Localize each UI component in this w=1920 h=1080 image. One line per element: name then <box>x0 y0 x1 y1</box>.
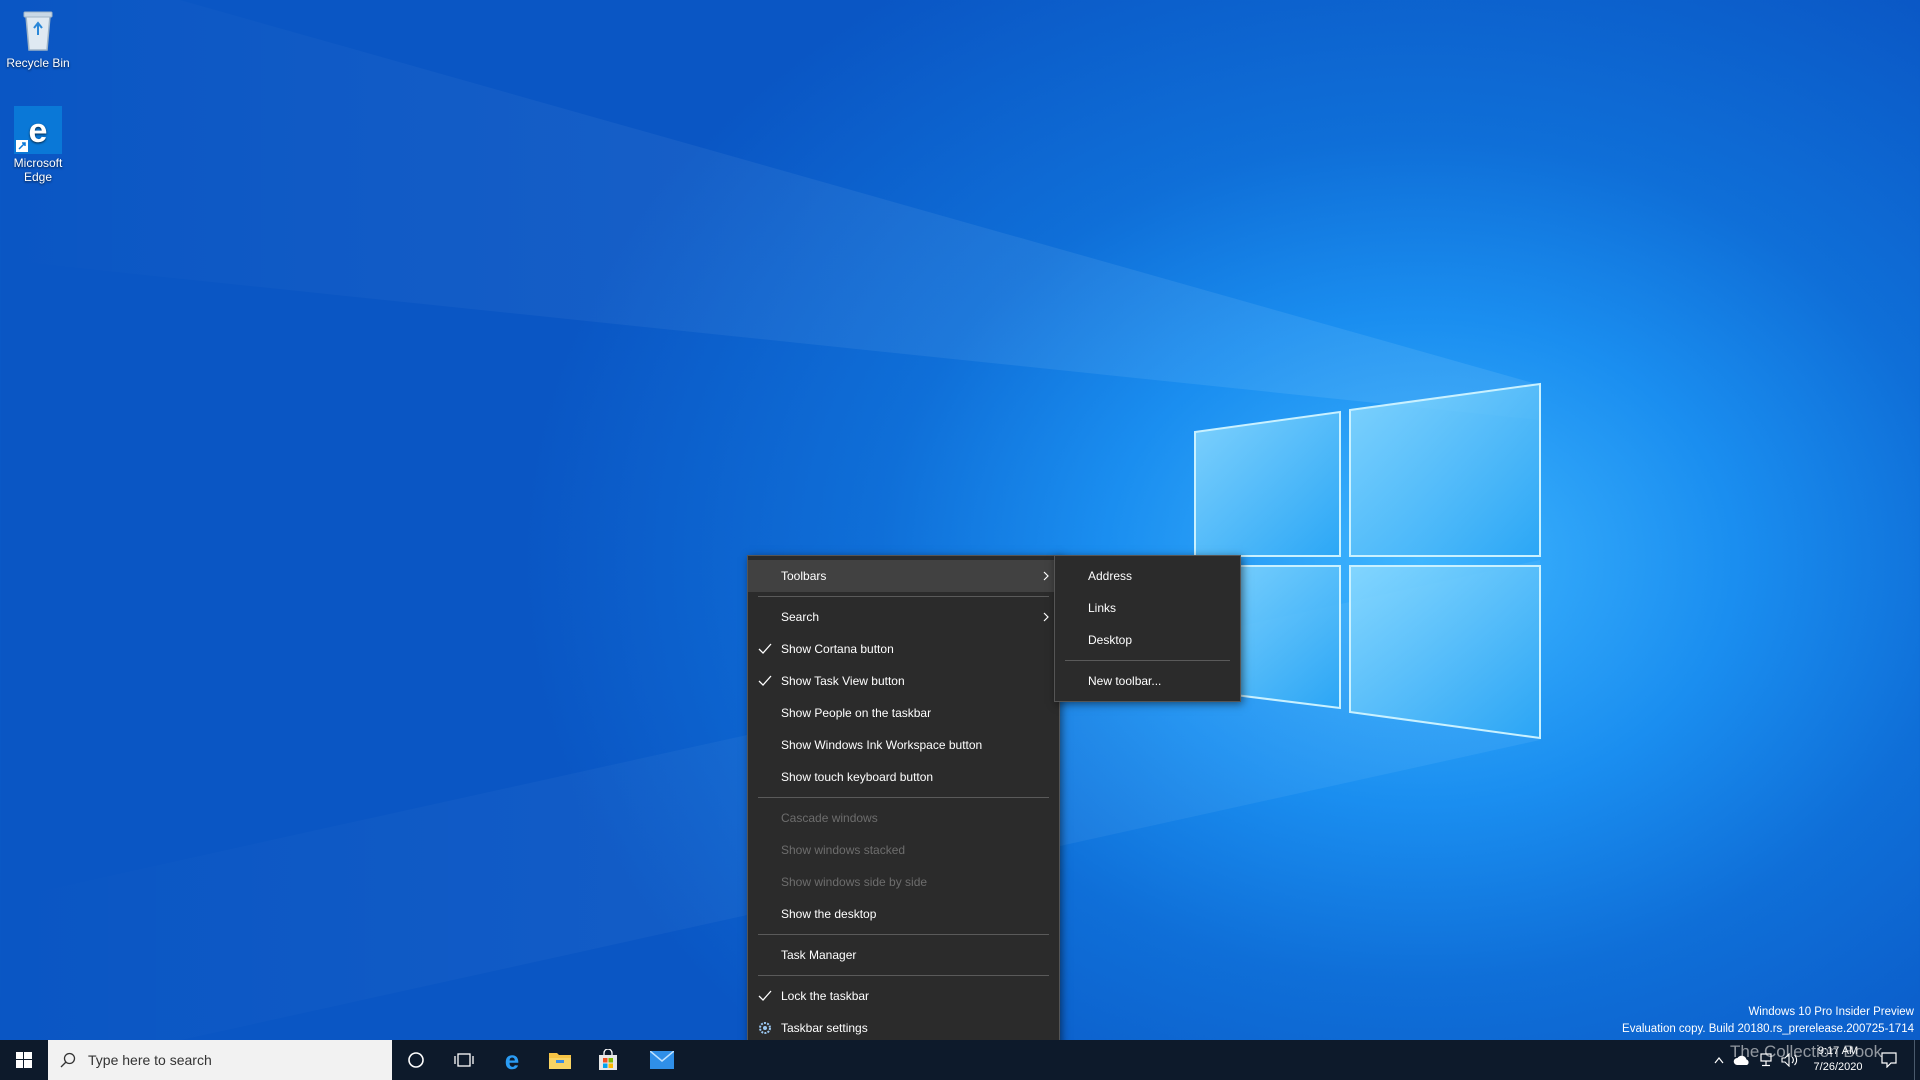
menu-item-label: Show windows side by side <box>781 875 928 889</box>
show-desktop-strip[interactable] <box>1914 1040 1920 1080</box>
checkmark-icon <box>758 643 772 654</box>
search-placeholder: Type here to search <box>88 1052 212 1068</box>
menu-item-label: Links <box>1088 601 1117 615</box>
menu-separator <box>758 934 1049 935</box>
toolbars-submenu: Address Links Desktop New toolbar... <box>1054 555 1241 702</box>
menu-item-label: Search <box>781 610 820 624</box>
search-icon <box>60 1052 76 1068</box>
menu-separator <box>758 975 1049 976</box>
submenu-item-desktop[interactable]: Desktop <box>1055 624 1240 656</box>
cortana-button[interactable] <box>392 1040 440 1080</box>
menu-item-windows-side-by-side: Show windows side by side <box>748 866 1059 898</box>
menu-item-show-ink-workspace[interactable]: Show Windows Ink Workspace button <box>748 729 1059 761</box>
edge-icon: e <box>14 106 62 154</box>
show-hidden-icons-button[interactable] <box>1708 1040 1730 1080</box>
menu-item-label: Show touch keyboard button <box>781 770 934 784</box>
checkmark-icon <box>758 675 772 686</box>
menu-item-label: Show People on the taskbar <box>781 706 932 720</box>
taskbar[interactable]: Type here to search e 9:17 AM 7/26/2020 <box>0 1040 1920 1080</box>
watermark-line-1: Windows 10 Pro Insider Preview <box>1748 1006 1914 1018</box>
menu-item-windows-stacked: Show windows stacked <box>748 834 1059 866</box>
menu-item-label: Address <box>1088 569 1133 583</box>
task-view-button[interactable] <box>440 1040 488 1080</box>
recycle-bin-icon <box>14 6 62 54</box>
menu-item-cascade-windows: Cascade windows <box>748 802 1059 834</box>
svg-text:e: e <box>29 112 48 150</box>
chevron-right-icon <box>1043 571 1049 581</box>
desktop-icon-edge[interactable]: e Microsoft Edge <box>0 106 76 184</box>
menu-item-label: Lock the taskbar <box>781 989 870 1003</box>
menu-item-search[interactable]: Search <box>748 601 1059 633</box>
menu-item-show-touch-keyboard[interactable]: Show touch keyboard button <box>748 761 1059 793</box>
submenu-item-links[interactable]: Links <box>1055 592 1240 624</box>
menu-item-show-people[interactable]: Show People on the taskbar <box>748 697 1059 729</box>
notification-icon <box>1881 1052 1897 1068</box>
checkmark-icon <box>758 990 772 1001</box>
desktop-icon-label: Microsoft Edge <box>13 156 63 184</box>
menu-separator <box>758 797 1049 798</box>
chevron-right-icon <box>1043 612 1049 622</box>
file-explorer-icon <box>549 1053 571 1069</box>
desktop-icon-label: Recycle Bin <box>6 56 70 70</box>
edge-icon: e <box>505 1048 519 1072</box>
overlay-brand-text: The Collection Book <box>1730 1042 1883 1061</box>
svg-text:e: e <box>505 1048 519 1072</box>
menu-item-show-task-view[interactable]: Show Task View button <box>748 665 1059 697</box>
build-watermark: Windows 10 Pro Insider Preview Evaluatio… <box>1622 1004 1914 1038</box>
taskbar-file-explorer-button[interactable] <box>536 1040 584 1080</box>
cortana-icon <box>408 1052 424 1068</box>
taskbar-search-box[interactable]: Type here to search <box>48 1040 392 1080</box>
menu-item-show-desktop[interactable]: Show the desktop <box>748 898 1059 930</box>
submenu-item-new-toolbar[interactable]: New toolbar... <box>1055 665 1240 697</box>
store-icon <box>599 1049 617 1070</box>
taskbar-context-menu: Toolbars Search Show Cortana button Show… <box>747 555 1060 1049</box>
menu-item-label: Toolbars <box>781 569 827 583</box>
submenu-item-address[interactable]: Address <box>1055 560 1240 592</box>
menu-item-lock-taskbar[interactable]: Lock the taskbar <box>748 980 1059 1012</box>
menu-item-label: Show Cortana button <box>781 642 894 656</box>
chevron-up-icon <box>1714 1057 1724 1064</box>
windows-logo-icon <box>16 1052 32 1068</box>
menu-item-label: Show Task View button <box>781 674 905 688</box>
menu-item-task-manager[interactable]: Task Manager <box>748 939 1059 971</box>
menu-item-label: Task Manager <box>781 948 857 962</box>
menu-separator <box>1065 660 1230 661</box>
menu-item-label: New toolbar... <box>1088 674 1162 688</box>
taskbar-mail-button[interactable] <box>638 1040 686 1080</box>
menu-item-label: Show windows stacked <box>781 843 906 857</box>
menu-item-label: Cascade windows <box>781 811 878 825</box>
watermark-line-2: Evaluation copy. Build 20180.rs_prerelea… <box>1622 1023 1914 1035</box>
menu-item-label: Show the desktop <box>781 907 877 921</box>
menu-item-label: Taskbar settings <box>781 1021 868 1035</box>
menu-item-label: Show Windows Ink Workspace button <box>781 738 983 752</box>
menu-separator <box>758 596 1049 597</box>
task-view-icon <box>454 1053 474 1067</box>
menu-item-label: Desktop <box>1088 633 1133 647</box>
taskbar-edge-button[interactable]: e <box>488 1040 536 1080</box>
start-button[interactable] <box>0 1040 48 1080</box>
taskbar-store-button[interactable] <box>584 1040 632 1080</box>
menu-item-toolbars[interactable]: Toolbars <box>748 560 1059 592</box>
mail-icon <box>650 1051 674 1069</box>
desktop-icon-recycle-bin[interactable]: Recycle Bin <box>0 6 76 70</box>
menu-item-show-cortana[interactable]: Show Cortana button <box>748 633 1059 665</box>
